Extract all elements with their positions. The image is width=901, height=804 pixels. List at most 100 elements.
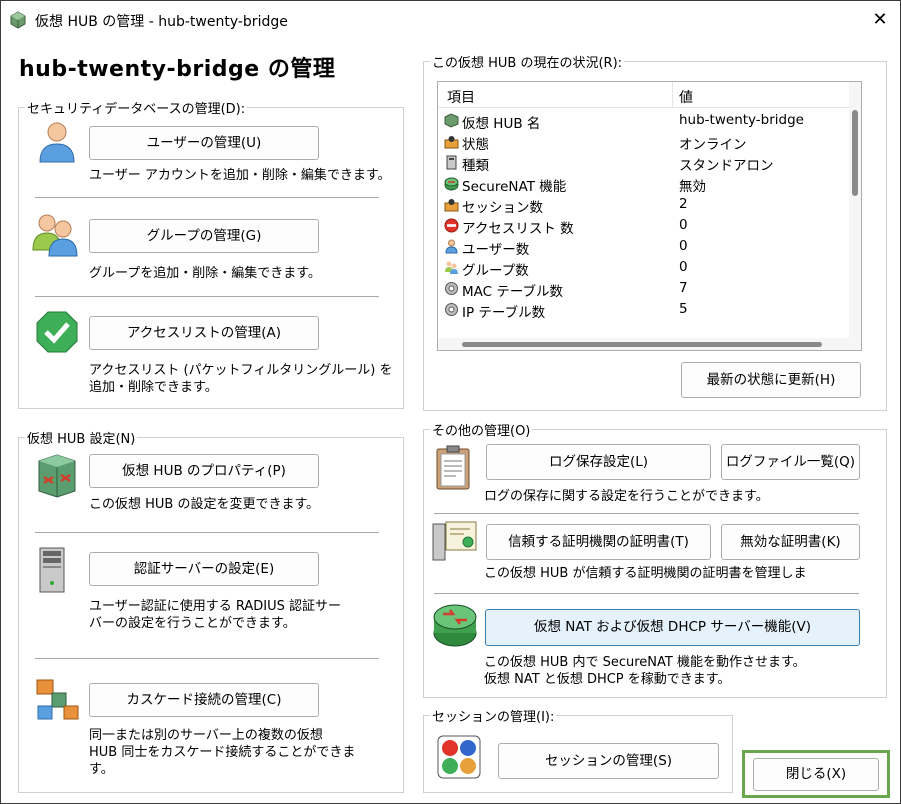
users-description: ユーザー アカウントを追加・削除・編集できます。: [89, 168, 391, 183]
separator: [434, 513, 859, 514]
status-row-name: SecureNAT 機能: [462, 179, 567, 195]
status-icon: [444, 136, 459, 149]
hub-properties-description: この仮想 HUB の設定を変更できます。: [89, 497, 320, 512]
status-row[interactable]: ユーザー数 0: [438, 236, 849, 258]
column-header-item[interactable]: 項目: [447, 87, 475, 107]
hub-icon: [10, 11, 26, 29]
gear-icon: [445, 282, 458, 295]
separator: [434, 593, 859, 594]
status-row-name: IP テーブル数: [462, 305, 546, 321]
auth-server-description-1: ユーザー認証に使用する RADIUS 認証サー: [89, 599, 342, 614]
status-row[interactable]: 仮想 HUB 名 hub-twenty-bridge: [438, 110, 849, 132]
hub-manager-window: 仮想 HUB の管理 - hub-twenty-bridge ✕ hub-twe…: [0, 0, 901, 804]
hub-properties-button[interactable]: 仮想 HUB のプロパティ(P): [89, 454, 319, 488]
router-icon: [444, 177, 459, 191]
close-button-highlight: 閉じる(X): [742, 750, 890, 798]
user-icon: [445, 239, 458, 254]
session-management-label: セッションの管理(I):: [430, 706, 557, 725]
cascade-description-2: HUB 同士をカスケード接続することができま: [89, 745, 356, 760]
cascade-description-1: 同一または別のサーバー上の複数の仮想: [89, 728, 323, 743]
hub-status-list[interactable]: 項目 値 仮想 HUB 名 hub-twenty-bridge 状態 オンライン…: [437, 81, 862, 351]
separator: [35, 532, 379, 533]
access-list-description-1: アクセスリスト (パケットフィルタリングルール) を: [89, 363, 393, 378]
separator: [35, 658, 379, 659]
status-row-name: MAC テーブル数: [462, 284, 564, 300]
column-divider[interactable]: [672, 82, 673, 108]
virtual-nat-dhcp-button[interactable]: 仮想 NAT および仮想 DHCP サーバー機能(V): [485, 609, 860, 646]
cascade-description-3: す。: [89, 762, 114, 777]
ca-description: この仮想 HUB が信頼する証明機関の証明書を管理しま: [484, 566, 807, 581]
status-row[interactable]: アクセスリスト 数 0: [438, 215, 849, 237]
status-row[interactable]: セッション数 2: [438, 194, 849, 216]
status-row[interactable]: グループ数 0: [438, 257, 849, 279]
status-row-value: hub-twenty-bridge: [679, 112, 804, 128]
group-icon: [32, 214, 78, 257]
auth-server-settings-button[interactable]: 認証サーバーの設定(E): [89, 552, 319, 586]
refresh-status-button[interactable]: 最新の状態に更新(H): [681, 362, 861, 398]
manage-sessions-button[interactable]: セッションの管理(S): [498, 743, 719, 779]
status-row-value: 0: [679, 259, 688, 275]
checkmark-icon: [36, 311, 78, 353]
status-row[interactable]: IP テーブル数 5: [438, 299, 849, 321]
manage-users-button[interactable]: ユーザーの管理(U): [89, 126, 319, 160]
log-description: ログの保存に関する設定を行うことができます。: [484, 489, 769, 504]
trusted-ca-certificates-button[interactable]: 信頼する証明機関の証明書(T): [486, 524, 711, 560]
title-bar: 仮想 HUB の管理 - hub-twenty-bridge ✕: [1, 1, 900, 39]
nat-description-2: 仮想 NAT と仮想 DHCP を稼動できます。: [484, 672, 731, 687]
server-icon: [446, 155, 457, 170]
status-row-name: セッション数: [462, 200, 543, 216]
status-row[interactable]: 状態 オンライン: [438, 131, 849, 153]
status-row-value: オンライン: [679, 137, 747, 153]
group-icon: [445, 261, 458, 274]
status-row-value: 7: [679, 280, 688, 296]
deny-icon: [444, 218, 459, 233]
status-row-value: 0: [679, 238, 688, 254]
log-files-button[interactable]: ログファイル一覧(Q): [721, 444, 860, 480]
status-row-value: 2: [679, 196, 688, 212]
hub-icon: [444, 113, 459, 128]
manage-groups-button[interactable]: グループの管理(G): [89, 219, 319, 253]
server-icon: [39, 547, 65, 593]
horizontal-scrollbar[interactable]: [438, 338, 861, 350]
status-row-name: アクセスリスト 数: [462, 221, 574, 237]
separator: [35, 197, 379, 198]
cascade-icon: [36, 679, 79, 720]
status-row[interactable]: SecureNAT 機能 無効: [438, 173, 849, 195]
session-icon: [444, 199, 459, 212]
status-row-name: グループ数: [462, 263, 529, 279]
close-button[interactable]: 閉じる(X): [753, 758, 879, 791]
other-management-label: その他の管理(O): [430, 420, 533, 439]
horizontal-scroll-thumb[interactable]: [462, 342, 822, 347]
hub-settings-label: 仮想 HUB 設定(N): [25, 428, 138, 447]
status-row-value: 無効: [679, 179, 706, 195]
window-close-button[interactable]: ✕: [863, 5, 897, 35]
auth-server-description-2: バーの設定を行うことができます。: [89, 616, 296, 631]
revoked-certificates-button[interactable]: 無効な証明書(K): [721, 524, 860, 560]
log-settings-button[interactable]: ログ保存設定(L): [486, 444, 711, 480]
status-row-name: 仮想 HUB 名: [462, 116, 541, 132]
column-header-value[interactable]: 値: [679, 87, 693, 107]
status-row[interactable]: MAC テーブル数 7: [438, 278, 849, 300]
access-list-description-2: 追加・削除できます。: [89, 380, 218, 395]
page-title: hub-twenty-bridge の管理: [19, 57, 336, 82]
manage-cascade-button[interactable]: カスケード接続の管理(C): [89, 683, 319, 717]
status-row-name: 状態: [462, 137, 489, 153]
security-db-label: セキュリティデータベースの管理(D):: [25, 98, 248, 117]
sessions-icon: [437, 735, 481, 779]
vertical-scroll-thumb[interactable]: [852, 110, 858, 196]
nat-description-1: この仮想 HUB 内で SecureNAT 機能を動作させます。: [484, 655, 806, 670]
status-row-value: 5: [679, 301, 688, 317]
clipboard-icon: [436, 445, 470, 490]
hub-status-label: この仮想 HUB の現在の状況(R):: [430, 52, 625, 71]
hub-properties-icon: [38, 454, 76, 498]
vertical-scrollbar[interactable]: [849, 82, 861, 338]
manage-access-list-button[interactable]: アクセスリストの管理(A): [89, 316, 319, 350]
status-row[interactable]: 種類 スタンドアロン: [438, 152, 849, 174]
router-icon: [433, 604, 477, 647]
status-row-value: 0: [679, 217, 688, 233]
gear-icon: [445, 303, 458, 316]
groups-description: グループを追加・削除・編集できます。: [89, 266, 321, 281]
window-title: 仮想 HUB の管理 - hub-twenty-bridge: [35, 14, 288, 30]
status-row-value: スタンドアロン: [679, 158, 774, 174]
status-row-name: 種類: [462, 158, 489, 174]
